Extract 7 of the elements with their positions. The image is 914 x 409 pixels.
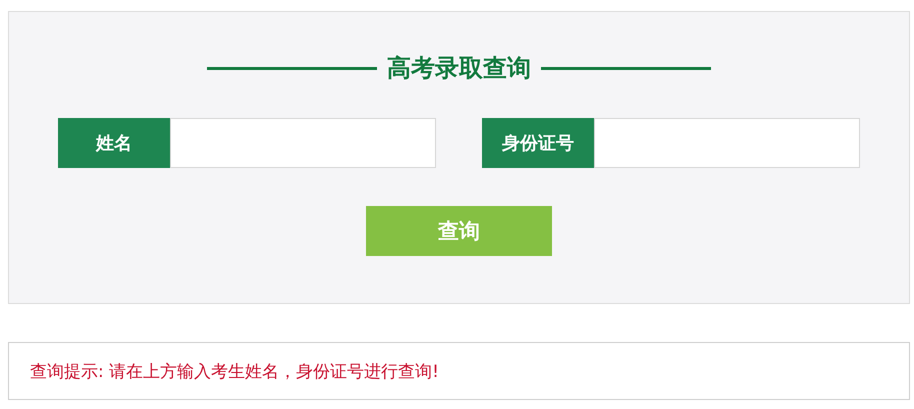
input-field[interactable]	[594, 118, 860, 168]
hint-text: 查询提示: 请在上方输入考生姓名，身份证号进行查询!	[30, 360, 439, 382]
page-title: 高考录取查询	[387, 53, 531, 84]
query-button[interactable]: 查询	[366, 206, 552, 256]
field-label: 姓名	[58, 118, 170, 168]
input-field[interactable]	[170, 118, 436, 168]
field-label: 身份证号	[482, 118, 594, 168]
